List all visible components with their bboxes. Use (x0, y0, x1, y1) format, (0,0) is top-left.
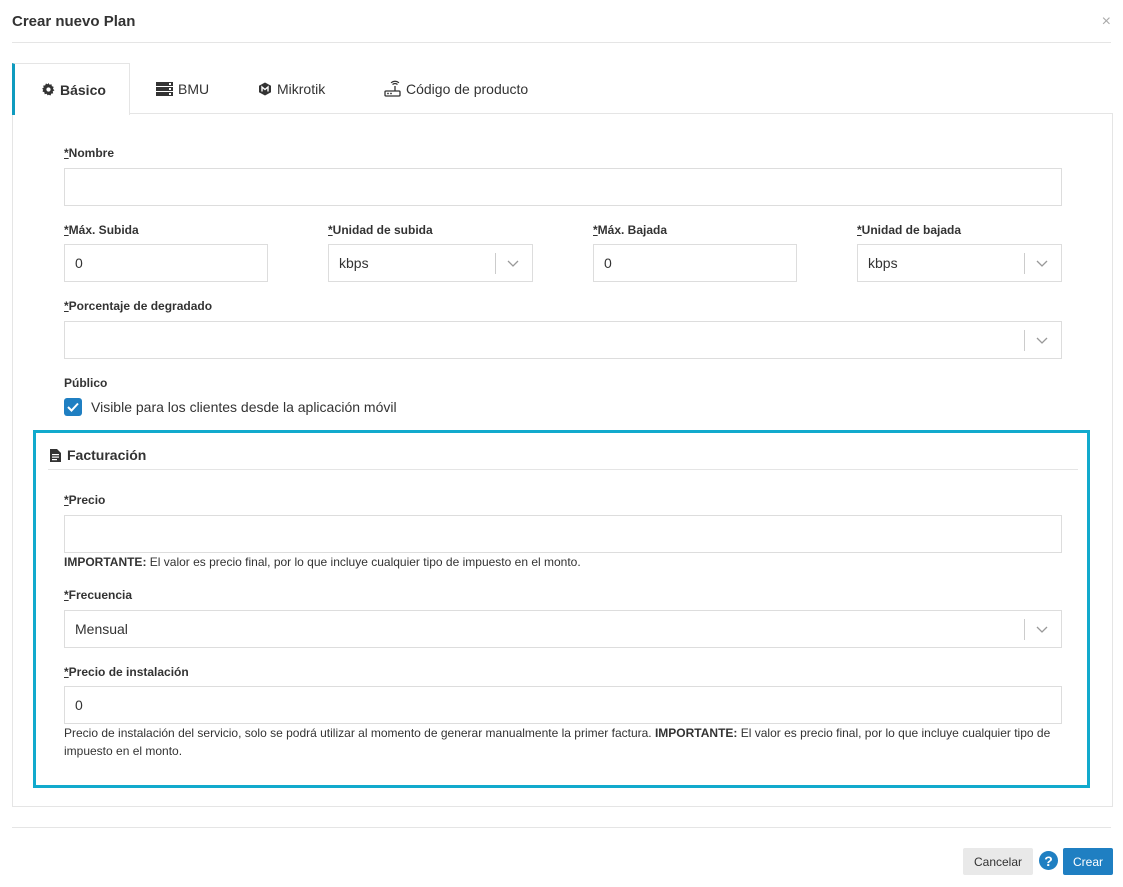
visible-checkbox[interactable] (64, 398, 82, 416)
facturacion-divider (48, 469, 1078, 470)
tab-label: Básico (60, 81, 106, 98)
modal-title: Crear nuevo Plan (12, 13, 136, 30)
tab-bar: Básico BMU Mikrotik Código de producto (12, 63, 1112, 115)
nombre-label: *Nombre (64, 146, 115, 160)
header-divider (12, 42, 1111, 43)
cancel-button[interactable]: Cancelar (963, 848, 1033, 875)
mikrotik-icon (258, 82, 272, 96)
close-icon[interactable]: × (1102, 14, 1111, 30)
tab-basico[interactable]: Básico (12, 63, 130, 115)
document-icon (50, 448, 61, 462)
chevron-down-icon (1036, 260, 1048, 267)
select-separator (1024, 619, 1025, 640)
facturacion-title: Facturación (50, 447, 146, 463)
tab-label: BMU (178, 80, 210, 97)
chevron-down-icon (1036, 337, 1048, 344)
unidad-bajada-label: *Unidad de bajada (857, 223, 962, 237)
chevron-down-icon (507, 260, 519, 267)
tab-mikrotik[interactable]: Mikrotik (258, 63, 325, 114)
unidad-bajada-select[interactable]: kbps (857, 244, 1062, 282)
tab-codigo-producto[interactable]: Código de producto (384, 63, 528, 114)
create-button[interactable]: Crear (1063, 848, 1113, 875)
instalacion-input[interactable]: 0 (64, 686, 1062, 724)
select-separator (1024, 330, 1025, 351)
check-icon (67, 402, 79, 412)
precio-input[interactable] (64, 515, 1062, 553)
precio-help: IMPORTANTE: El valor es precio final, po… (64, 555, 581, 569)
chevron-down-icon (1036, 626, 1048, 633)
gear-icon (42, 83, 55, 96)
footer-divider (12, 827, 1111, 828)
instalacion-help: Precio de instalación del servicio, solo… (64, 726, 1051, 758)
help-icon[interactable]: ? (1039, 851, 1058, 870)
nombre-input[interactable] (64, 168, 1062, 206)
tab-bmu[interactable]: BMU (156, 63, 209, 114)
tab-label: Código de producto (406, 80, 529, 97)
frecuencia-select[interactable]: Mensual (64, 610, 1062, 648)
unidad-subida-label: *Unidad de subida (328, 223, 433, 237)
degradado-select[interactable] (64, 321, 1062, 359)
max-bajada-label: *Máx. Bajada (593, 223, 668, 237)
precio-label: *Precio (64, 493, 106, 507)
publico-label: Público (64, 376, 108, 390)
instalacion-label: *Precio de instalación (64, 665, 189, 679)
frecuencia-label: *Frecuencia (64, 588, 133, 602)
server-icon (156, 81, 173, 96)
router-icon (384, 80, 401, 97)
max-bajada-input[interactable]: 0 (593, 244, 797, 282)
select-separator (495, 253, 496, 274)
max-subida-input[interactable]: 0 (64, 244, 268, 282)
max-subida-label: *Máx. Subida (64, 223, 139, 237)
unidad-subida-select[interactable]: kbps (328, 244, 533, 282)
visible-checkbox-label[interactable]: Visible para los clientes desde la aplic… (91, 399, 397, 415)
select-separator (1024, 253, 1025, 274)
tab-label: Mikrotik (277, 80, 326, 97)
degradado-label: *Porcentaje de degradado (64, 299, 213, 313)
